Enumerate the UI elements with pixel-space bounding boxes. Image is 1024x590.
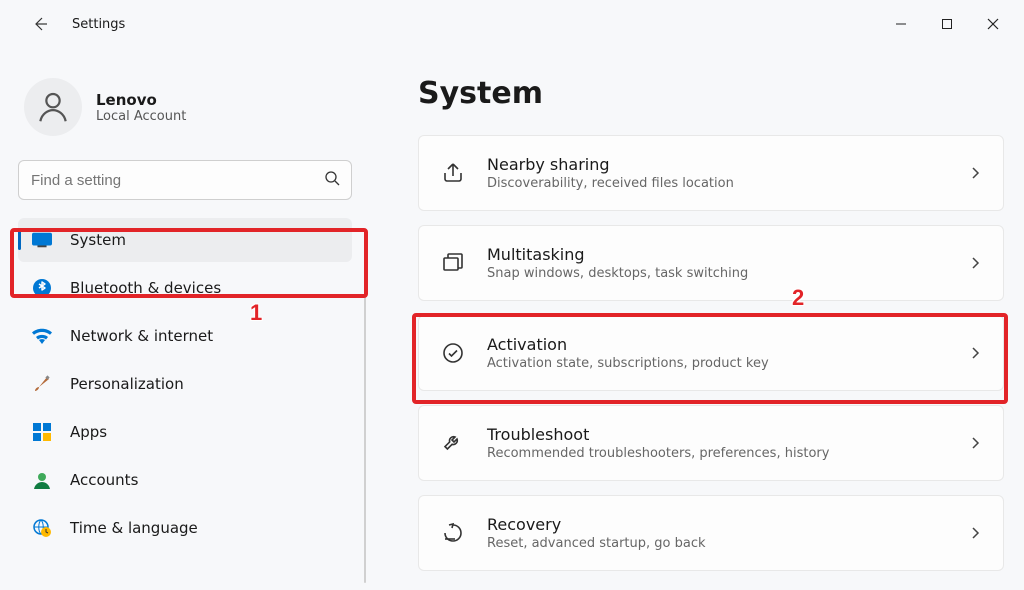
minimize-button[interactable] [878,8,924,40]
brush-icon [32,374,52,394]
person-icon [34,88,72,126]
sidebar-item-label: Personalization [70,375,184,393]
back-button[interactable] [20,4,60,44]
sidebar-item-label: System [70,231,126,249]
bluetooth-icon [32,278,52,298]
chevron-right-icon [967,345,983,361]
profile-name: Lenovo [96,91,186,109]
arrow-left-icon [32,16,48,32]
account-icon [32,470,52,490]
search-box [18,160,352,200]
search-icon [324,170,340,190]
recovery-icon [439,519,467,547]
chevron-right-icon [967,435,983,451]
chevron-right-icon [967,165,983,181]
card-subtitle: Recommended troubleshooters, preferences… [487,446,947,461]
chevron-right-icon [967,255,983,271]
maximize-button[interactable] [924,8,970,40]
sidebar-item-label: Accounts [70,471,138,489]
globe-clock-icon [32,518,52,538]
card-subtitle: Activation state, subscriptions, product… [487,356,947,371]
chevron-right-icon [967,525,983,541]
settings-card-list: Nearby sharing Discoverability, received… [418,135,1004,571]
search-input[interactable] [18,160,352,200]
maximize-icon [941,18,953,30]
profile-subtitle: Local Account [96,109,186,124]
page-title: System [418,76,1004,111]
card-nearby-sharing[interactable]: Nearby sharing Discoverability, received… [418,135,1004,211]
card-troubleshoot[interactable]: Troubleshoot Recommended troubleshooters… [418,405,1004,481]
windows-stack-icon [439,249,467,277]
card-title: Recovery [487,515,947,534]
card-title: Multitasking [487,245,947,264]
sidebar-item-time[interactable]: Time & language [18,506,352,550]
minimize-icon [895,18,907,30]
sidebar-item-label: Network & internet [70,327,213,345]
apps-icon [32,422,52,442]
card-activation[interactable]: Activation Activation state, subscriptio… [418,315,1004,391]
check-circle-icon [439,339,467,367]
sidebar-item-label: Bluetooth & devices [70,279,221,297]
avatar [24,78,82,136]
card-recovery[interactable]: Recovery Reset, advanced startup, go bac… [418,495,1004,571]
sidebar-scrollbar[interactable] [364,283,366,583]
card-subtitle: Snap windows, desktops, task switching [487,266,947,281]
card-title: Troubleshoot [487,425,947,444]
sidebar-item-apps[interactable]: Apps [18,410,352,454]
card-title: Nearby sharing [487,155,947,174]
titlebar: Settings [0,0,1024,48]
window-title: Settings [72,17,125,32]
sidebar-item-personalization[interactable]: Personalization [18,362,352,406]
profile-block[interactable]: Lenovo Local Account [18,68,352,158]
close-icon [987,18,999,30]
wifi-icon [32,326,52,346]
sidebar-item-network[interactable]: Network & internet [18,314,352,358]
window-controls [878,8,1016,40]
sidebar-item-accounts[interactable]: Accounts [18,458,352,502]
sidebar-item-system[interactable]: System [18,218,352,262]
card-multitasking[interactable]: Multitasking Snap windows, desktops, tas… [418,225,1004,301]
sidebar: Lenovo Local Account System [0,48,370,590]
card-subtitle: Discoverability, received files location [487,176,947,191]
close-button[interactable] [970,8,1016,40]
share-icon [439,159,467,187]
card-title: Activation [487,335,947,354]
nav-list: System Bluetooth & devices Network & int… [18,218,352,550]
sidebar-item-bluetooth[interactable]: Bluetooth & devices [18,266,352,310]
sidebar-item-label: Time & language [70,519,198,537]
main-panel: System Nearby sharing Discoverability, r… [370,48,1024,590]
wrench-icon [439,429,467,457]
display-icon [32,230,52,250]
sidebar-item-label: Apps [70,423,107,441]
card-subtitle: Reset, advanced startup, go back [487,536,947,551]
